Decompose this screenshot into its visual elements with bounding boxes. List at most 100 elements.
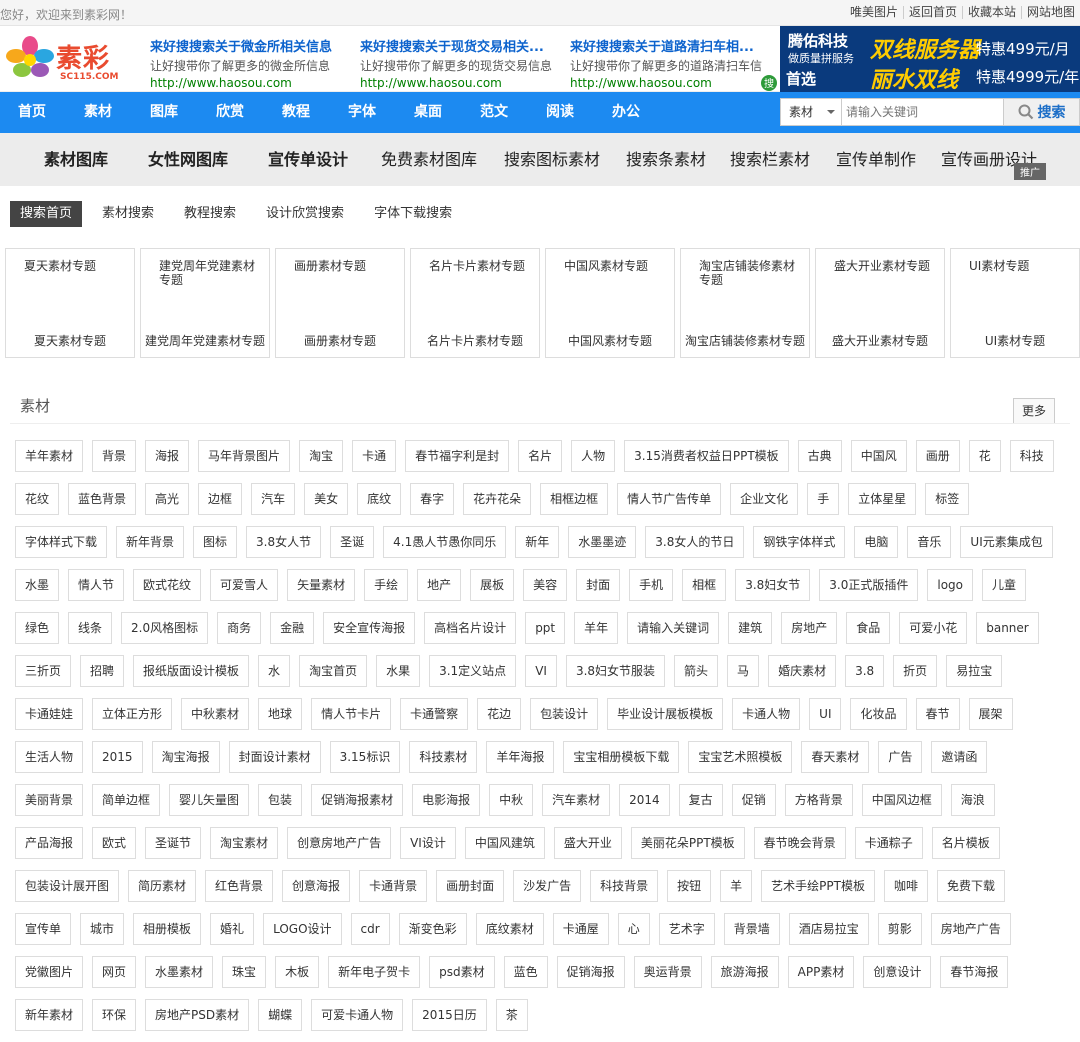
tag-item[interactable]: 儿童 [982,569,1027,601]
tag-item[interactable]: 新年背景 [116,526,185,558]
subnav-item[interactable]: 素材图库 [44,133,108,186]
topic-card[interactable]: 淘宝店铺装修素材专题 淘宝店铺装修素材专题 [680,248,810,358]
tag-item[interactable]: 3.0正式版插件 [819,569,919,601]
tag-item[interactable]: 金融 [270,612,315,644]
tag-item[interactable]: 高档名片设计 [424,612,517,644]
tag-item[interactable]: 蓝色背景 [68,483,137,515]
nav-item-office[interactable]: 办公 [612,92,640,133]
tag-item[interactable]: 相框 [682,569,727,601]
tag-item[interactable]: 春天素材 [801,741,870,773]
topic-card[interactable]: 名片卡片素材专题 名片卡片素材专题 [410,248,540,358]
tag-item[interactable]: 新年素材 [15,999,84,1031]
subnav-item[interactable]: 搜索条素材 [626,133,706,186]
tag-item[interactable]: 手绘 [364,569,409,601]
tag-item[interactable]: 网页 [92,956,137,988]
nav-item-essay[interactable]: 范文 [480,92,508,133]
tag-item[interactable]: 3.8女人的节日 [645,526,745,558]
topic-card-caption[interactable]: 名片卡片素材专题 [411,332,539,349]
tag-item[interactable]: 图标 [193,526,238,558]
tag-item[interactable]: 情人节 [68,569,125,601]
topic-card-caption[interactable]: 中国风素材专题 [546,332,674,349]
tag-item[interactable]: 海报 [145,440,190,472]
tag-item[interactable]: 广告 [878,741,923,773]
tag-item[interactable]: 新年 [515,526,560,558]
tag-item[interactable]: 环保 [92,999,137,1031]
tag-item[interactable]: 钢铁字体样式 [753,526,846,558]
tag-item[interactable]: 水墨墨迹 [568,526,637,558]
tag-item[interactable]: 促销海报素材 [311,784,404,816]
tag-item[interactable]: 木板 [275,956,320,988]
topic-card[interactable]: 夏天素材专题 夏天素材专题 [5,248,135,358]
ad-block-2[interactable]: 来好搜搜索关于现货交易相关... 让好搜带你了解更多的现货交易信息 http:/… [360,36,560,90]
tag-item[interactable]: 3.8妇女节 [735,569,811,601]
tag-item[interactable]: 商务 [217,612,262,644]
tag-item[interactable]: 盛大开业 [553,827,622,859]
tag-item[interactable]: UI [809,698,842,730]
tag-item[interactable]: 卡通人物 [732,698,801,730]
tag-item[interactable]: 3.8 [845,655,885,687]
tag-item[interactable]: 马年背景图片 [198,440,291,472]
tag-item[interactable]: 产品海报 [15,827,84,859]
tag-item[interactable]: 中国风建筑 [464,827,545,859]
tag-item[interactable]: 易拉宝 [946,655,1003,687]
tag-item[interactable]: 欧式 [92,827,137,859]
site-logo[interactable]: 素彩 SC115.COM [4,34,124,86]
ad-title[interactable]: 来好搜搜索关于微金所相关信息 [150,36,350,55]
tag-item[interactable]: 中国风 [850,440,907,472]
ad-title[interactable]: 来好搜搜索关于道路清扫车相... [570,36,770,55]
tag-item[interactable]: 酒店易拉宝 [788,913,869,945]
tag-item[interactable]: 新年电子贺卡 [328,956,421,988]
nav-item-gallery[interactable]: 图库 [150,92,178,133]
tag-item[interactable]: 蝴蝶 [258,999,303,1031]
topic-card-caption[interactable]: UI素材专题 [951,332,1079,349]
ad-block-3[interactable]: 来好搜搜索关于道路清扫车相... 让好搜带你了解更多的道路清扫车信 http:/… [570,36,770,90]
tag-item[interactable]: 卡通警察 [400,698,469,730]
subnav-item[interactable]: 宣传单制作 [836,133,916,186]
tag-item[interactable]: 折页 [893,655,938,687]
tag-item[interactable]: 美丽花朵PPT模板 [630,827,745,859]
tag-item[interactable]: 简历素材 [128,870,197,902]
tag-item[interactable]: 包装 [258,784,303,816]
tag-item[interactable]: 3.15消费者权益日PPT模板 [624,440,789,472]
tag-item[interactable]: 请输入关键词 [627,612,720,644]
nav-item-desktop[interactable]: 桌面 [414,92,442,133]
tag-item[interactable]: 相册模板 [133,913,202,945]
topic-card[interactable]: 中国风素材专题 中国风素材专题 [545,248,675,358]
tag-item[interactable]: 卡通背景 [359,870,428,902]
tag-item[interactable]: 方格背景 [784,784,853,816]
tag-item[interactable]: 邀请函 [931,741,988,773]
tag-item[interactable]: 名片 [518,440,563,472]
tag-item[interactable]: 圣诞节 [145,827,202,859]
tag-item[interactable]: 高光 [145,483,190,515]
top-link-home[interactable]: 返回首页 [902,6,962,19]
tag-item[interactable]: 淘宝素材 [210,827,279,859]
tag-item[interactable]: 创意房地产广告 [287,827,392,859]
tag-item[interactable]: 淘宝海报 [151,741,220,773]
tag-item[interactable]: 三折页 [15,655,72,687]
tag-item[interactable]: 羊年 [574,612,619,644]
tag-item[interactable]: 房地产 [781,612,838,644]
tag-item[interactable]: 2015日历 [412,999,487,1031]
nav-item-appreciate[interactable]: 欣赏 [216,92,244,133]
tag-item[interactable]: 圣诞 [330,526,375,558]
subnav-item[interactable]: 女性网图库 [148,133,228,186]
tag-item[interactable]: 咖啡 [883,870,928,902]
tag-item[interactable]: 春节 [915,698,960,730]
topic-card[interactable]: 盛大开业素材专题 盛大开业素材专题 [815,248,945,358]
tag-item[interactable]: 沙发广告 [513,870,582,902]
tag-item[interactable]: 茶 [495,999,528,1031]
tag-item[interactable]: 地球 [258,698,303,730]
tag-item[interactable]: 卡通娃娃 [15,698,84,730]
tag-item[interactable]: 蓝色 [503,956,548,988]
tag-item[interactable]: 3.8女人节 [246,526,322,558]
tag-item[interactable]: ppt [525,612,566,644]
tag-item[interactable]: 创意设计 [863,956,932,988]
tag-item[interactable]: 科技素材 [409,741,478,773]
tag-item[interactable]: 生活人物 [15,741,84,773]
ad-title[interactable]: 来好搜搜索关于现货交易相关... [360,36,560,55]
search-input[interactable] [842,98,1004,126]
tag-item[interactable]: 复古 [678,784,723,816]
tag-item[interactable]: 房地产广告 [930,913,1011,945]
tag-item[interactable]: 水墨 [15,569,60,601]
tag-item[interactable]: 2.0风格图标 [121,612,209,644]
